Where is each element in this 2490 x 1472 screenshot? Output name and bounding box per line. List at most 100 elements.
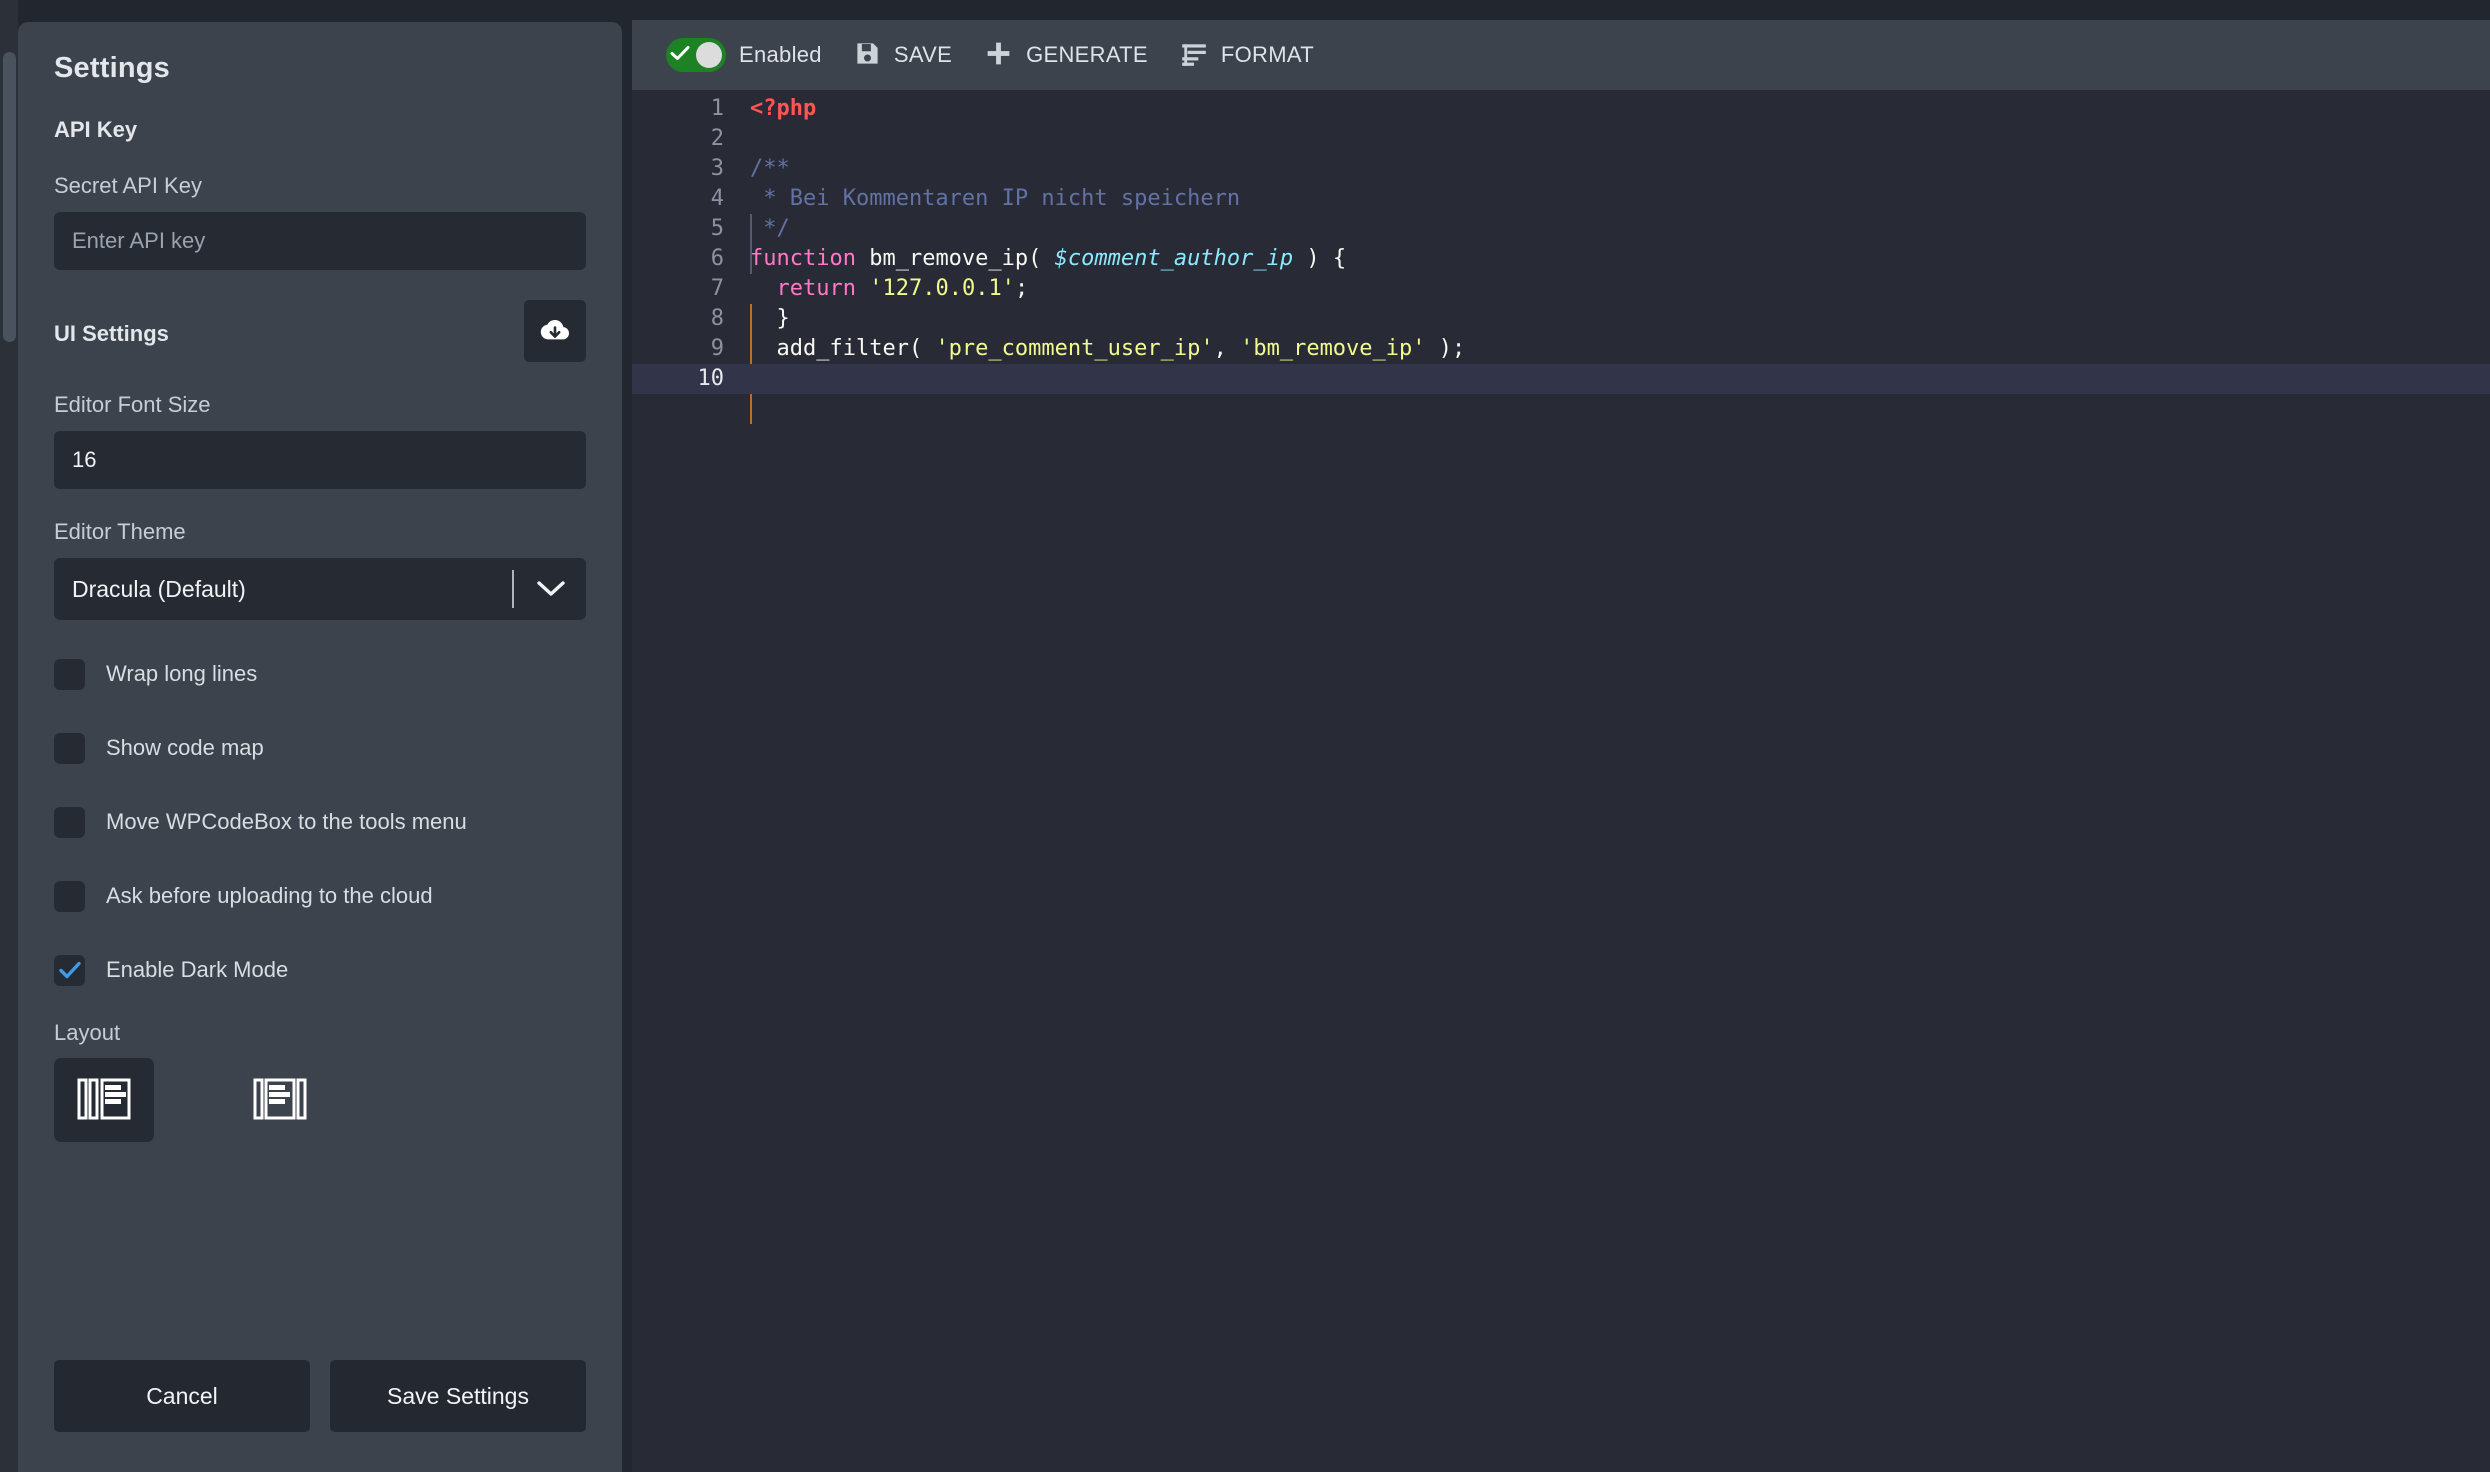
- cancel-button[interactable]: Cancel: [54, 1360, 310, 1432]
- sidebar-footer-buttons: Cancel Save Settings: [54, 1360, 586, 1432]
- code-line[interactable]: 5 */: [632, 214, 2490, 244]
- code-token: return: [776, 276, 856, 301]
- code-line[interactable]: 2: [632, 124, 2490, 154]
- code-token: add_filter(: [750, 336, 936, 361]
- line-number: 9: [710, 336, 724, 361]
- checkbox-row-ask-before-uploading[interactable]: Ask before uploading to the cloud: [54, 872, 586, 920]
- code-token: ,: [1213, 336, 1241, 361]
- checkbox-unchecked-icon[interactable]: [54, 732, 85, 764]
- ui-settings-row: UI Settings: [54, 300, 586, 362]
- floppy-disk-icon: [854, 40, 881, 70]
- enabled-label: Enabled: [739, 42, 822, 67]
- line-number: 3: [710, 156, 724, 181]
- line-number: 1: [710, 96, 724, 121]
- code-token: );: [1425, 336, 1466, 361]
- toggle-knob: [696, 42, 722, 68]
- editor-theme-select[interactable]: Dracula (Default): [54, 558, 586, 620]
- code-token: function: [750, 246, 856, 271]
- code-line[interactable]: 3 /**: [632, 154, 2490, 184]
- code-line[interactable]: 10: [632, 364, 2490, 394]
- plus-icon: [984, 39, 1013, 71]
- line-number: 10: [697, 366, 725, 391]
- layout-label: Layout: [54, 1020, 121, 1045]
- code-editor[interactable]: 1 <?php 2 3 /** 4 * Bei Kommentaren IP nicht …: [632, 90, 2490, 1472]
- page-scrollbar[interactable]: [0, 0, 18, 1472]
- editor-toolbar: Enabled SAVE GENERATE FORMAT: [632, 20, 2490, 90]
- app-root: Settings API Key Secret API Key UI Setti…: [0, 0, 2490, 1472]
- generate-button[interactable]: GENERATE: [968, 20, 1164, 90]
- settings-checkbox-list: Wrap long lines Show code map Move WPCod…: [54, 650, 586, 994]
- line-number: 4: [710, 186, 724, 211]
- secret-api-key-input[interactable]: [54, 212, 586, 270]
- layout-option-sidebar-left[interactable]: [54, 1058, 154, 1142]
- code-token: '127.0.0.1': [869, 276, 1015, 301]
- code-line[interactable]: 7 return '127.0.0.1';: [632, 274, 2490, 304]
- checkbox-unchecked-icon[interactable]: [54, 806, 85, 838]
- checkbox-row-show-code-map[interactable]: Show code map: [54, 724, 586, 772]
- code-token: }: [750, 306, 790, 331]
- code-token: * Bei Kommentaren IP nicht speichern: [750, 186, 1241, 211]
- layout-sidebar-left-icon: [77, 1076, 131, 1125]
- code-text: */: [750, 214, 790, 244]
- chevron-down-icon[interactable]: [536, 580, 566, 598]
- code-line[interactable]: 4 * Bei Kommentaren IP nicht speichern: [632, 184, 2490, 214]
- layout-sidebar-split-icon: [253, 1076, 307, 1125]
- code-text: return '127.0.0.1';: [750, 274, 1029, 304]
- code-token: */: [750, 216, 790, 241]
- code-text: add_filter( 'pre_comment_user_ip', 'bm_r…: [750, 334, 1465, 364]
- checkbox-row-enable-dark-mode[interactable]: Enable Dark Mode: [54, 946, 586, 994]
- checkbox-checked-icon[interactable]: [54, 954, 85, 986]
- ui-settings-heading: UI Settings: [54, 321, 169, 346]
- line-number: 7: [710, 276, 724, 301]
- code-text: <?php: [750, 94, 816, 124]
- enabled-toggle-group[interactable]: Enabled: [650, 20, 838, 90]
- code-token: $comment_author_ip: [1054, 246, 1294, 271]
- code-line[interactable]: 8 }: [632, 304, 2490, 334]
- editor-font-size-label: Editor Font Size: [54, 392, 211, 417]
- code-line[interactable]: 6 function bm_remove_ip( $comment_author_…: [632, 244, 2490, 274]
- save-settings-button[interactable]: Save Settings: [330, 1360, 586, 1432]
- code-text: * Bei Kommentaren IP nicht speichern: [750, 184, 1240, 214]
- settings-sidebar: Settings API Key Secret API Key UI Setti…: [18, 22, 622, 1472]
- code-token: <?php: [750, 96, 817, 121]
- save-label: SAVE: [893, 42, 953, 67]
- code-token: bm_remove_ip(: [855, 246, 1055, 271]
- checkbox-label: Show code map: [106, 735, 264, 760]
- checkbox-label: Wrap long lines: [106, 661, 258, 686]
- generate-label: GENERATE: [1026, 42, 1148, 67]
- line-number: 6: [710, 246, 724, 271]
- line-number: 2: [710, 126, 724, 151]
- code-text: /**: [750, 154, 790, 184]
- api-key-section-heading: API Key: [54, 117, 138, 142]
- format-button[interactable]: FORMAT: [1164, 20, 1330, 90]
- editor-theme-value: Dracula (Default): [72, 575, 246, 602]
- code-token: 'bm_remove_ip': [1240, 336, 1426, 361]
- editor-font-size-input[interactable]: [54, 431, 586, 489]
- code-text: function bm_remove_ip( $comment_author_i…: [750, 244, 1346, 274]
- checkbox-label: Move WPCodeBox to the tools menu: [106, 809, 467, 834]
- line-number: 5: [710, 216, 724, 241]
- format-lines-icon: [1180, 41, 1208, 70]
- format-label: FORMAT: [1220, 42, 1314, 67]
- code-token: 'pre_comment_user_ip': [935, 336, 1214, 361]
- layout-option-sidebar-split[interactable]: [230, 1058, 330, 1142]
- checkbox-label: Ask before uploading to the cloud: [106, 883, 433, 908]
- checkbox-label: Enable Dark Mode: [106, 957, 289, 982]
- cloud-download-button[interactable]: [524, 300, 586, 362]
- checkbox-row-move-wpcodebox[interactable]: Move WPCodeBox to the tools menu: [54, 798, 586, 846]
- save-button[interactable]: SAVE: [838, 20, 968, 90]
- layout-picker: [54, 1058, 586, 1142]
- checkbox-unchecked-icon[interactable]: [54, 658, 85, 690]
- code-token: /**: [750, 156, 790, 181]
- code-lines: 1 <?php 2 3 /** 4 * Bei Kommentaren IP nicht …: [632, 90, 2490, 394]
- code-line[interactable]: 1 <?php: [632, 94, 2490, 124]
- code-text: }: [750, 304, 790, 334]
- page-title: Settings: [54, 52, 170, 84]
- code-line[interactable]: 9 add_filter( 'pre_comment_user_ip', 'bm…: [632, 334, 2490, 364]
- page-scrollbar-thumb[interactable]: [3, 52, 16, 342]
- checkbox-unchecked-icon[interactable]: [54, 880, 85, 912]
- checkbox-row-wrap-long-lines[interactable]: Wrap long lines: [54, 650, 586, 698]
- enabled-toggle[interactable]: [666, 38, 726, 72]
